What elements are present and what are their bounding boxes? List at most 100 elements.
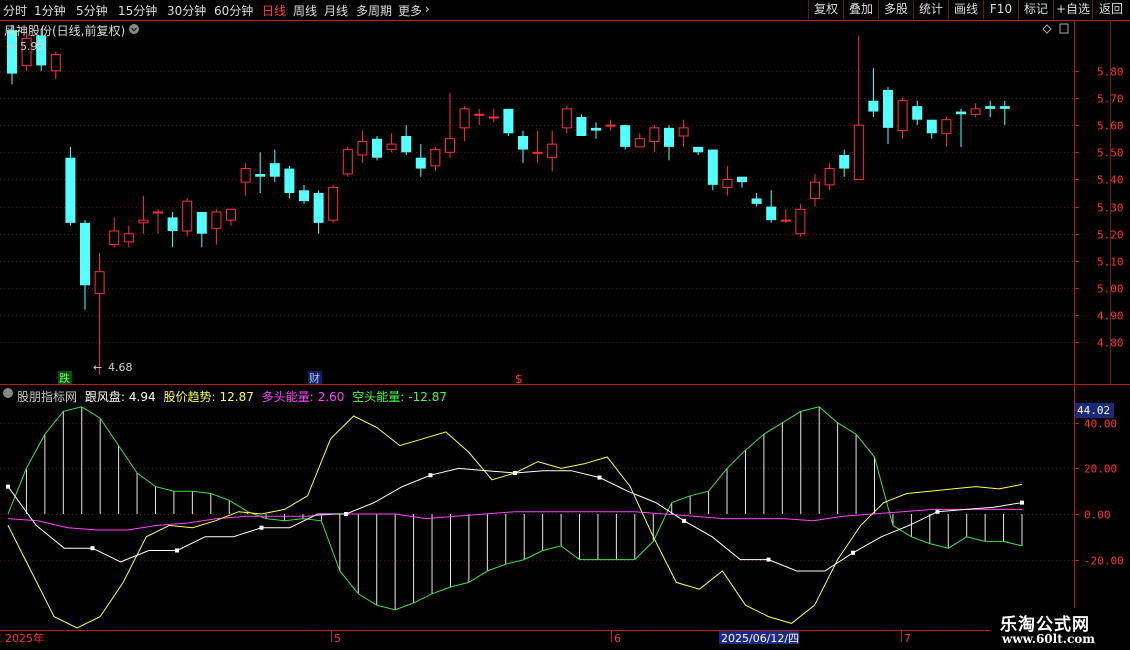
candle-body-up [678, 127, 689, 137]
candle-body-down [576, 117, 587, 136]
price-tick-label: 5.00 [1097, 283, 1124, 296]
candle-body-up [941, 119, 952, 134]
bear-energy-value: -12.87 [408, 390, 447, 404]
candle-body-up [547, 143, 558, 159]
candle-body-up [240, 168, 251, 183]
candle-body-down [926, 119, 937, 134]
candle-body-down [985, 106, 996, 109]
candle-body-up [109, 230, 120, 246]
diamond-icon[interactable] [1042, 24, 1052, 34]
candle-body-down [269, 163, 280, 177]
gengfengpan-label: 跟风盘: [84, 390, 125, 404]
follow-marker [6, 484, 10, 489]
candle-body-up [123, 233, 134, 243]
candle-body-up [795, 208, 806, 235]
candle-body-up [182, 200, 193, 232]
candle-body-up [430, 149, 441, 167]
candle-body-down [313, 193, 324, 223]
s-marker[interactable]: $ [515, 372, 523, 386]
indicator-series [6, 406, 1024, 629]
candle-body-down [299, 190, 309, 202]
candle-body-down [255, 174, 266, 177]
indicator-tick-label: 40.00 [1084, 418, 1117, 431]
candle-body-up [445, 138, 455, 153]
candle-body-up [824, 168, 835, 186]
candle-body-down [372, 138, 382, 158]
dropdown-icon[interactable] [129, 24, 139, 34]
candle-body-up [342, 149, 353, 175]
candle-body-down [839, 155, 850, 169]
candle-body-down [751, 198, 762, 204]
candle-body-up [488, 116, 499, 119]
follow-marker [344, 512, 348, 516]
candle-body-up [649, 127, 660, 142]
price-tick-label: 4.80 [1097, 337, 1124, 350]
gengfengpan-value: 4.94 [128, 390, 156, 404]
cai-marker[interactable]: 财 [309, 371, 320, 385]
indicator-tick-label: -20.00 [1084, 555, 1124, 568]
date-month5: 5 [334, 632, 341, 645]
low-price-arrow: ← [93, 361, 102, 374]
date-year: 2025年 [5, 631, 44, 645]
candle-body-up [459, 108, 470, 129]
candle-body-up [634, 138, 645, 148]
indicator-tick-label: 20.00 [1084, 463, 1117, 476]
date-bar: 2025年 5 6 2025/06/12/四 7 [5, 630, 911, 645]
candle-body-up [853, 124, 864, 180]
indicator-dropdown-icon[interactable] [3, 388, 13, 398]
candle-body-down [912, 106, 923, 120]
price-tick-label: 5.30 [1097, 202, 1124, 215]
follow-marker [682, 518, 686, 523]
candle-body-up [970, 108, 981, 115]
indicator-name: 股朋指标网 [17, 390, 78, 404]
follow-marker [851, 550, 855, 555]
candle-body-down [707, 149, 718, 185]
candle-body-up [226, 208, 236, 221]
candle-body-up [357, 140, 368, 156]
candle-body-up [328, 187, 339, 221]
follow-marker [1020, 500, 1024, 505]
candle-body-up [897, 100, 908, 132]
date-month7: 7 [904, 632, 911, 645]
indicator-header: 股朋指标网 跟风盘: 4.94 股价趋势: 12.87 多头能量: 2.60 空头能量… [17, 388, 451, 405]
price-axis: 5.80 5.70 5.60 5.50 5.40 5.30 5.20 5.10 5.00 4.90… [1074, 66, 1124, 350]
price-tick-label: 4.90 [1097, 310, 1124, 323]
high-price-label: ← [6, 40, 15, 53]
candle-body-up [532, 151, 543, 154]
bull-energy-label: 多头能量: [261, 390, 314, 404]
candle-body-down [664, 127, 674, 147]
candle-body-up [153, 211, 163, 214]
indicator-axis: 40.00 20.00 0.00 -20.00 [1074, 418, 1124, 568]
price-tick-label: 5.10 [1097, 256, 1124, 269]
candle-body-down [591, 127, 601, 131]
trend-line [7, 415, 1023, 629]
candle-body-down [999, 106, 1010, 109]
candle-body-up [605, 124, 616, 127]
candle-body-up [386, 143, 397, 151]
follow-marker [175, 548, 179, 553]
candlestick-series [7, 24, 1010, 375]
candle-body-down [503, 108, 514, 134]
candle-body-up [50, 54, 61, 72]
candle-body-down [415, 157, 426, 169]
price-tick-label: 5.70 [1097, 93, 1124, 106]
price-tick-label: 5.40 [1097, 174, 1124, 187]
die-marker[interactable]: 跌 [59, 371, 70, 385]
trend-label: 股价趋势: [163, 390, 216, 404]
price-tick-label: 5.50 [1097, 147, 1124, 160]
window-icon[interactable] [1059, 23, 1069, 34]
candle-body-down [284, 168, 295, 193]
kline-chart[interactable]: 5.80 5.70 5.60 5.50 5.40 5.30 5.20 5.10 5.00 4.90… [0, 0, 1130, 650]
high-price-value: 5.95 [20, 40, 45, 53]
candle-body-up [138, 219, 149, 224]
candle-body-down [167, 217, 178, 231]
date-cursor: 2025/06/12/四 [721, 632, 799, 645]
candle-body-up [474, 113, 485, 116]
candle-body-down [693, 146, 704, 153]
candle-body-up [722, 178, 733, 189]
candle-body-down [518, 136, 528, 150]
candle-body-up [94, 271, 105, 294]
bull-energy-line [7, 508, 1022, 531]
candle-body-down [620, 125, 631, 147]
follow-marker [935, 509, 940, 514]
